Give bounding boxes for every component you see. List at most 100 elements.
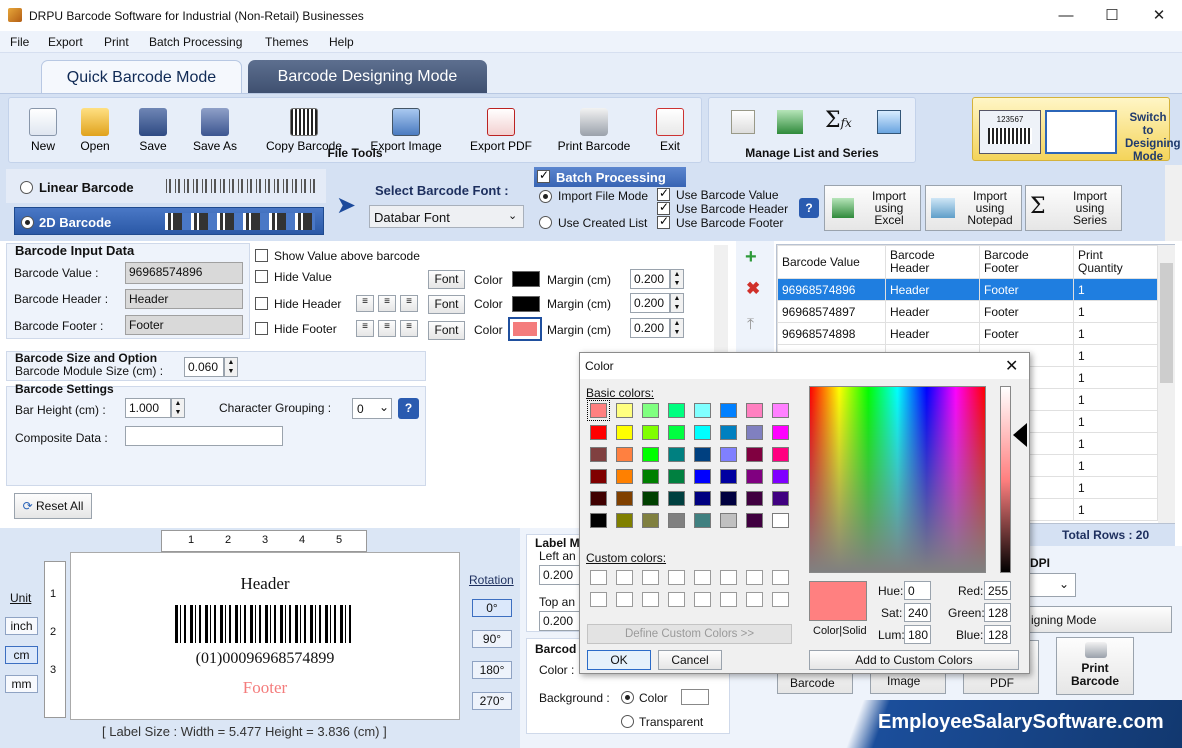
basic-color-swatch[interactable] [772,425,789,440]
basic-color-swatch[interactable] [694,447,711,462]
basic-color-swatch[interactable] [590,425,607,440]
hue-saturation-spectrum[interactable] [809,386,986,573]
basic-color-swatch[interactable] [720,469,737,484]
table-cell[interactable]: Footer [979,278,1074,301]
basic-color-swatch[interactable] [642,491,659,506]
hue-input[interactable]: 0 [904,581,931,600]
rotation-270-button[interactable]: 270° [472,692,512,710]
table-cell[interactable]: 1 [1073,476,1158,499]
custom-color-swatch[interactable] [668,570,685,585]
add-to-custom-colors-button[interactable]: Add to Custom Colors [809,650,1019,670]
custom-color-swatch[interactable] [694,592,711,607]
basic-color-swatch[interactable] [642,403,659,418]
cancel-button[interactable]: Cancel [658,650,722,670]
switch-to-designing-mode-button[interactable]: 123567 Switch to Designing Mode [972,97,1181,163]
custom-color-swatch[interactable] [746,592,763,607]
barcode-header-input[interactable]: Header [125,289,243,309]
barcode-font-select[interactable]: Databar Font ⌄ [369,205,524,228]
import-notepad-button[interactable]: Import using Notepad [925,185,1022,231]
basic-color-swatch[interactable] [587,400,610,421]
table-cell[interactable]: 96968574898 [777,322,886,345]
transparent-radio[interactable] [621,715,634,728]
minimize-button[interactable]: — [1043,0,1089,31]
sat-input[interactable]: 240 [904,603,931,622]
edit-list-icon[interactable] [731,110,755,134]
basic-color-swatch[interactable] [720,491,737,506]
table-cell[interactable]: 1 [1073,388,1158,411]
ok-button[interactable]: OK [587,650,651,670]
basic-color-swatch[interactable] [590,447,607,462]
basic-color-swatch[interactable] [642,513,659,528]
basic-color-swatch[interactable] [720,513,737,528]
basic-color-swatch[interactable] [590,469,607,484]
designing-mode-button[interactable]: igning Mode [1028,606,1172,633]
basic-color-swatch[interactable] [616,513,633,528]
basic-color-swatch[interactable] [668,469,685,484]
table-cell[interactable]: Header [885,300,980,323]
basic-color-swatch[interactable] [746,513,763,528]
basic-color-swatch[interactable] [642,425,659,440]
basic-color-swatch[interactable] [590,491,607,506]
table-cell[interactable]: 1 [1073,322,1158,345]
unit-inch-button[interactable]: inch [5,617,38,635]
table-cell[interactable]: Footer [979,322,1074,345]
align-right-icon[interactable]: ≡ [400,295,418,312]
excel-list-icon[interactable] [777,110,803,134]
basic-color-swatch[interactable] [668,491,685,506]
red-input[interactable]: 255 [984,581,1011,600]
table-row[interactable]: 96968574896 Header Footer 1 [777,278,1158,301]
delete-row-icon[interactable]: ✖ [746,279,760,299]
character-grouping-select[interactable]: 0 ⌄ [352,398,392,419]
table-cell[interactable]: Footer [979,300,1074,323]
menu-batch-processing[interactable]: Batch Processing [149,35,242,49]
custom-color-swatch[interactable] [746,570,763,585]
tab-barcode-designing-mode[interactable]: Barcode Designing Mode [248,60,487,93]
dpi-select[interactable]: ⌄ [1028,573,1076,597]
table-cell[interactable]: 96968574896 [777,278,886,301]
blue-input[interactable]: 128 [984,625,1011,644]
bar-height-input[interactable]: 1.000 [125,398,171,418]
table-cell[interactable]: Header [885,278,980,301]
background-color-radio[interactable] [621,691,634,704]
custom-color-swatch[interactable] [642,592,659,607]
basic-color-swatch[interactable] [616,469,633,484]
custom-color-swatch[interactable] [720,570,737,585]
swap-arrows-icon[interactable] [877,110,901,134]
composite-data-input[interactable] [125,426,283,446]
column-print-quantity[interactable]: Print Quantity [1073,245,1158,279]
linear-barcode-radio[interactable] [20,181,33,194]
basic-color-swatch[interactable] [616,425,633,440]
define-custom-colors-button[interactable]: Define Custom Colors >> [587,624,792,644]
top-margin-input[interactable]: 0.200 [539,611,583,631]
basic-color-swatch[interactable] [616,491,633,506]
menu-print[interactable]: Print [104,35,129,49]
column-barcode-value[interactable]: Barcode Value [777,245,886,279]
value-margin-spinner[interactable]: ▲ ▼ [670,269,684,289]
menu-export[interactable]: Export [48,35,83,49]
basic-color-swatch[interactable] [720,425,737,440]
table-cell[interactable]: 1 [1073,344,1158,367]
add-row-icon[interactable]: + [745,246,757,269]
basic-color-swatch[interactable] [616,403,633,418]
custom-color-swatch[interactable] [590,570,607,585]
basic-color-swatch[interactable] [668,425,685,440]
custom-color-swatch[interactable] [772,570,789,585]
basic-color-swatch[interactable] [694,403,711,418]
basic-color-swatch[interactable] [772,403,789,418]
custom-color-swatch[interactable] [642,570,659,585]
module-size-spinner[interactable]: ▲ ▼ [224,357,238,377]
basic-color-swatch[interactable] [720,403,737,418]
column-barcode-header[interactable]: Barcode Header [885,245,980,279]
batch-processing-checkbox[interactable] [537,168,550,183]
table-cell[interactable]: 96968574897 [777,300,886,323]
basic-color-swatch[interactable] [694,469,711,484]
basic-color-swatch[interactable] [668,513,685,528]
table-row[interactable]: 96968574898 Header Footer 1 [777,322,1158,345]
header-color-swatch[interactable] [512,296,540,312]
basic-color-swatch[interactable] [642,447,659,462]
use-barcode-footer-checkbox[interactable] [657,214,670,229]
basic-color-swatch[interactable] [772,513,789,528]
luminosity-slider[interactable] [1000,386,1011,573]
align-center-icon[interactable]: ≡ [378,295,396,312]
menu-help[interactable]: Help [329,35,354,49]
